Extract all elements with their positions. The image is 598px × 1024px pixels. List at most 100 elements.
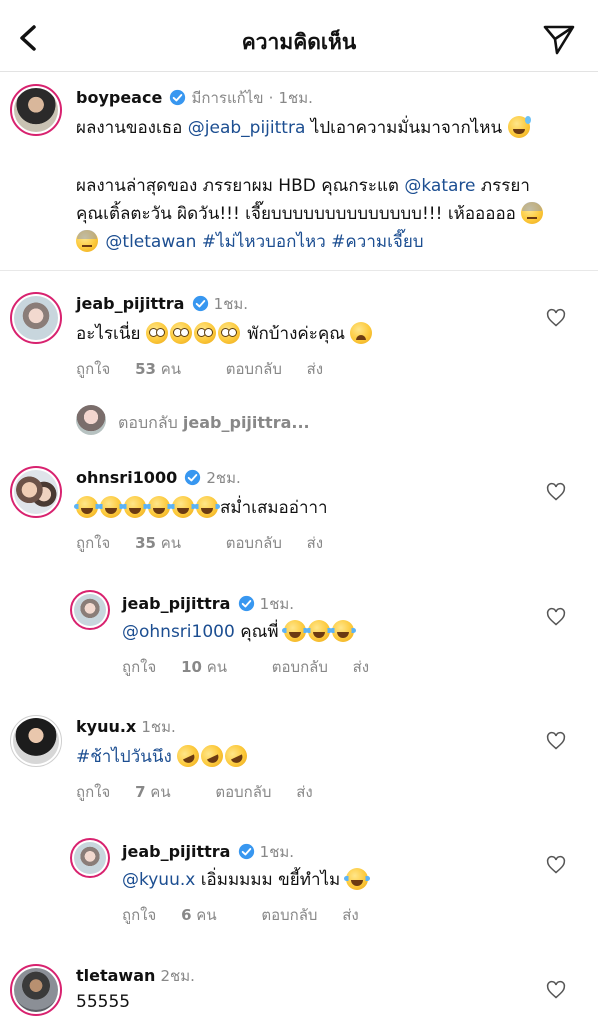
caption-line-2: ผลงานล่าสุดของ ภรรยาผม HBD คุณกระแต @kat…: [76, 176, 530, 196]
comment: jeab_pijittra 1ชม. อะไรเนี่ย พักบ้างค่ะค…: [0, 290, 598, 400]
tears-of-joy-emoji-icon: [98, 496, 124, 518]
comment-text: #ช้าไปวันนึง: [76, 741, 251, 771]
comment-actions: ถูกใจ 7 คน ตอบกลับ ส่ง: [76, 780, 333, 804]
reply-comment: jeab_pijittra 1ชม. @ohnsri1000 คุณพี่ ถู…: [0, 590, 598, 690]
reply-button[interactable]: ตอบกลับ: [226, 534, 282, 552]
avatar[interactable]: [10, 84, 62, 136]
comment: kyuu.x 1ชม. #ช้าไปวันนึง ถูกใจ 7 คน ตอบก…: [0, 713, 598, 813]
comment-text: สม่ำเสมออ่าาา: [74, 494, 328, 522]
separator-dot: ·: [268, 89, 274, 107]
edited-label: มีการแก้ไข: [191, 89, 264, 107]
heart-icon[interactable]: [546, 607, 566, 627]
verified-badge-icon: [238, 843, 254, 860]
comment-actions: ถูกใจ 53 คน ตอบกลับ ส่ง: [76, 357, 343, 381]
timestamp: 1ชม.: [213, 295, 249, 313]
tears-of-joy-emoji-icon: [122, 496, 148, 518]
username[interactable]: boypeace: [76, 88, 162, 107]
hashtag-link[interactable]: #ความเจี๊ยบ: [331, 232, 423, 252]
tears-of-joy-emoji-icon: [281, 620, 308, 642]
username[interactable]: kyuu.x: [76, 717, 136, 736]
hashtag-link[interactable]: #ช้าไปวันนึง: [76, 747, 172, 767]
username[interactable]: tletawan: [76, 966, 155, 985]
comment-text: @ohnsri1000 คุณพี่: [122, 618, 356, 646]
heart-icon[interactable]: [546, 731, 566, 751]
tears-of-joy-emoji-icon: [194, 496, 220, 518]
timestamp: 2ชม.: [160, 967, 195, 985]
hashtag-link[interactable]: #ไม่ไหวบอกไหว: [202, 232, 326, 252]
like-count[interactable]: ถูกใจ 6 คน: [122, 906, 237, 924]
flushed-emoji-icon: [145, 322, 168, 344]
like-count[interactable]: ถูกใจ 35 คน: [76, 534, 201, 552]
timestamp: 1ชม.: [141, 718, 176, 736]
verified-badge-icon: [170, 89, 186, 106]
tears-of-joy-emoji-icon: [305, 620, 332, 642]
mention-link[interactable]: @jeab_pijittra: [188, 118, 306, 138]
avatar[interactable]: [10, 715, 62, 767]
reply-comment: jeab_pijittra 1ชม. @kyuu.x เอิ่มมมมม ขยี…: [0, 838, 598, 938]
share-button[interactable]: ส่ง: [307, 360, 323, 378]
heart-icon[interactable]: [546, 855, 566, 875]
comment-actions: ถูกใจ 35 คน ตอบกลับ ส่ง: [76, 531, 343, 555]
username[interactable]: jeab_pijittra: [122, 842, 230, 861]
verified-badge-icon: [185, 469, 201, 486]
tears-of-joy-emoji-icon: [329, 620, 356, 642]
tears-of-joy-emoji-icon: [74, 496, 100, 518]
avatar[interactable]: [10, 466, 62, 518]
like-count[interactable]: ถูกใจ 53 คน: [76, 360, 201, 378]
rofl-emoji-icon: [221, 741, 251, 771]
share-button[interactable]: ส่ง: [296, 783, 312, 801]
reply-button[interactable]: ตอบกลับ: [272, 658, 328, 676]
send-icon[interactable]: [542, 22, 576, 56]
mention-link[interactable]: @tletawan: [105, 232, 196, 252]
comment-actions: ถูกใจ 10 คน ตอบกลับ ส่ง: [122, 655, 389, 679]
caption-line-1: ผลงานของเธอ @jeab_pijittra ไปเอาความมั่น…: [76, 114, 532, 142]
page-title: ความคิดเห็น: [241, 30, 357, 54]
reply-button[interactable]: ตอบกลับ: [261, 906, 317, 924]
comment-text: @kyuu.x เอิ่มมมมม ขยี้ทำไม: [122, 866, 370, 894]
username[interactable]: ohnsri1000: [76, 468, 177, 487]
like-count[interactable]: ถูกใจ 7 คน: [76, 783, 191, 801]
timestamp: 1ชม.: [278, 89, 313, 107]
avatar[interactable]: [10, 292, 62, 344]
avatar[interactable]: [70, 838, 110, 878]
tired-face-emoji-icon: [350, 322, 373, 344]
mention-link[interactable]: @kyuu.x: [122, 870, 195, 890]
caption-line-3: คุณเติ้ลตะวัน ผิดวัน!!! เจี๊ยบบบบบบบบบบบ…: [76, 200, 545, 228]
heart-icon[interactable]: [546, 308, 566, 328]
flushed-emoji-icon: [169, 322, 192, 344]
timestamp: 1ชม.: [259, 595, 295, 613]
username[interactable]: jeab_pijittra: [122, 594, 230, 613]
like-count[interactable]: ถูกใจ 10 คน: [122, 658, 247, 676]
share-button[interactable]: ส่ง: [307, 534, 323, 552]
flushed-emoji-icon: [193, 322, 216, 344]
rofl-emoji-icon: [173, 741, 203, 771]
avatar[interactable]: [10, 964, 62, 1016]
reply-button[interactable]: ตอบกลับ: [215, 783, 271, 801]
comment: ohnsri1000 2ชม. สม่ำเสมออ่าาา ถูกใจ 35 ค…: [0, 464, 598, 564]
heart-icon[interactable]: [546, 980, 566, 1000]
share-button[interactable]: ส่ง: [342, 906, 358, 924]
downcast-sweat-emoji-icon: [76, 230, 98, 252]
comment-text: อะไรเนี่ย พักบ้างค่ะคุณ: [76, 320, 374, 348]
tears-of-joy-emoji-icon: [146, 496, 172, 518]
reply-button[interactable]: ตอบกลับ: [226, 360, 282, 378]
mention-link[interactable]: @katare: [404, 176, 475, 196]
timestamp: 2ชม.: [206, 469, 241, 487]
comment-text: 55555: [76, 992, 131, 1012]
comment: tletawan 2ชม. 55555: [0, 962, 598, 1024]
avatar: [76, 405, 106, 435]
tears-of-joy-emoji-icon: [170, 496, 196, 518]
verified-badge-icon: [192, 295, 208, 312]
username[interactable]: jeab_pijittra: [76, 294, 184, 313]
heart-icon[interactable]: [546, 482, 566, 502]
mention-link[interactable]: @ohnsri1000: [122, 622, 235, 642]
post-caption: boypeace มีการแก้ไข · 1ชม. ผลงานของเธอ @…: [0, 72, 598, 271]
top-bar: ความคิดเห็น: [0, 0, 598, 72]
avatar[interactable]: [70, 590, 110, 630]
verified-badge-icon: [238, 595, 254, 612]
grinning-sweat-emoji-icon: [507, 116, 531, 138]
comment-actions: ถูกใจ 6 คน ตอบกลับ ส่ง: [122, 903, 379, 927]
flushed-emoji-icon: [217, 322, 240, 344]
share-button[interactable]: ส่ง: [353, 658, 369, 676]
rofl-emoji-icon: [197, 741, 227, 771]
